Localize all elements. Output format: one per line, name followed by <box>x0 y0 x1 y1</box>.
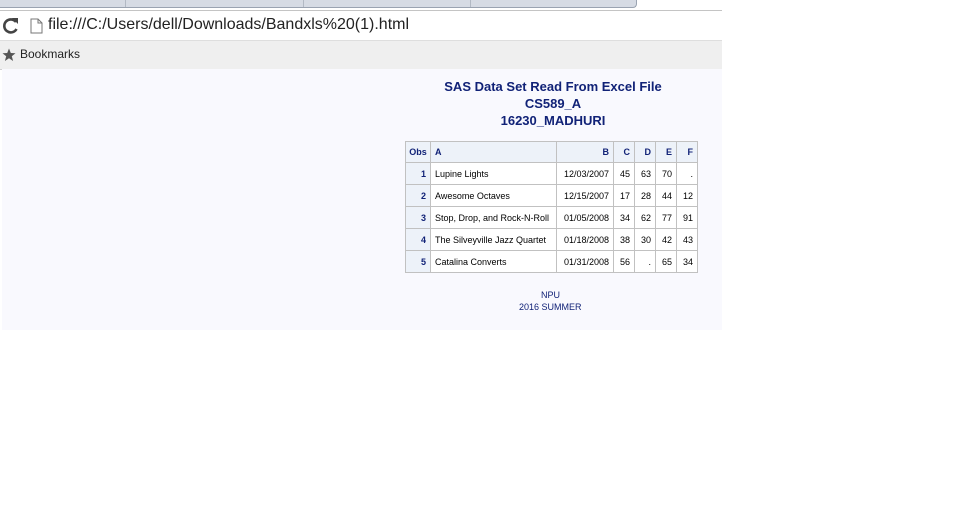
column-header-obs: Obs <box>405 141 431 163</box>
cell-f: 91 <box>676 206 698 229</box>
report-subtitle: CS589_A <box>524 96 582 111</box>
url-field[interactable]: file:///C:/Users/dell/Downloads/Bandxls%… <box>48 16 409 34</box>
star-icon <box>2 48 16 61</box>
cell-e: 42 <box>655 228 677 251</box>
cell-a: Awesome Octaves <box>430 184 557 207</box>
cell-d: 28 <box>634 184 656 207</box>
obs-cell: 5 <box>405 250 431 273</box>
cell-c: 17 <box>613 184 635 207</box>
page-icon <box>30 18 43 34</box>
table-row: 2 Awesome Octaves 12/15/2007 17 28 44 12 <box>405 184 698 207</box>
column-header-b: B <box>556 141 614 163</box>
cell-e: 65 <box>655 250 677 273</box>
cell-a: The Silveyville Jazz Quartet <box>430 228 557 251</box>
report-title: SAS Data Set Read From Excel File <box>444 79 662 94</box>
address-bar: file:///C:/Users/dell/Downloads/Bandxls%… <box>0 10 722 41</box>
tab-separator <box>470 0 471 7</box>
footnote-school: NPU <box>541 290 561 300</box>
cell-b: 12/03/2007 <box>556 162 614 185</box>
cell-d: 63 <box>634 162 656 185</box>
footnote-term: 2016 SUMMER <box>519 302 582 312</box>
table-row: 4 The Silveyville Jazz Quartet 01/18/200… <box>405 228 698 251</box>
bookmarks-bar: Bookmarks <box>0 40 722 70</box>
cell-d: 62 <box>634 206 656 229</box>
page-content: SAS Data Set Read From Excel File CS589_… <box>2 69 722 330</box>
cell-a: Catalina Converts <box>430 250 557 273</box>
cell-f: 12 <box>676 184 698 207</box>
report-author: 16230_MADHURI <box>500 113 606 128</box>
table-header-row: Obs A B C D E F <box>405 141 698 163</box>
cell-a: Lupine Lights <box>430 162 557 185</box>
table-row: 5 Catalina Converts 01/31/2008 56 . 65 3… <box>405 250 698 273</box>
column-header-f: F <box>676 141 698 163</box>
column-header-c: C <box>613 141 635 163</box>
cell-a: Stop, Drop, and Rock-N-Roll <box>430 206 557 229</box>
cell-e: 44 <box>655 184 677 207</box>
cell-d: . <box>634 250 656 273</box>
tab-strip <box>0 0 722 10</box>
cell-f: 34 <box>676 250 698 273</box>
tab-separator <box>303 0 304 7</box>
cell-b: 01/18/2008 <box>556 228 614 251</box>
obs-cell: 3 <box>405 206 431 229</box>
obs-cell: 1 <box>405 162 431 185</box>
reload-icon[interactable] <box>2 16 20 36</box>
column-header-d: D <box>634 141 656 163</box>
tab-separator <box>125 0 126 7</box>
cell-b: 12/15/2007 <box>556 184 614 207</box>
cell-e: 70 <box>655 162 677 185</box>
cell-b: 01/05/2008 <box>556 206 614 229</box>
cell-f: . <box>676 162 698 185</box>
obs-cell: 2 <box>405 184 431 207</box>
column-header-a: A <box>430 141 557 163</box>
cell-d: 30 <box>634 228 656 251</box>
cell-c: 34 <box>613 206 635 229</box>
cell-c: 38 <box>613 228 635 251</box>
bookmarks-label[interactable]: Bookmarks <box>20 47 80 61</box>
table-row: 3 Stop, Drop, and Rock-N-Roll 01/05/2008… <box>405 206 698 229</box>
cell-c: 56 <box>613 250 635 273</box>
cell-e: 77 <box>655 206 677 229</box>
tab-bar-edge <box>0 0 637 8</box>
data-table: Obs A B C D E F 1 Lupine Lights 12/03/20… <box>405 141 698 273</box>
cell-f: 43 <box>676 228 698 251</box>
table-row: 1 Lupine Lights 12/03/2007 45 63 70 . <box>405 162 698 185</box>
column-header-e: E <box>655 141 677 163</box>
cell-c: 45 <box>613 162 635 185</box>
obs-cell: 4 <box>405 228 431 251</box>
cell-b: 01/31/2008 <box>556 250 614 273</box>
